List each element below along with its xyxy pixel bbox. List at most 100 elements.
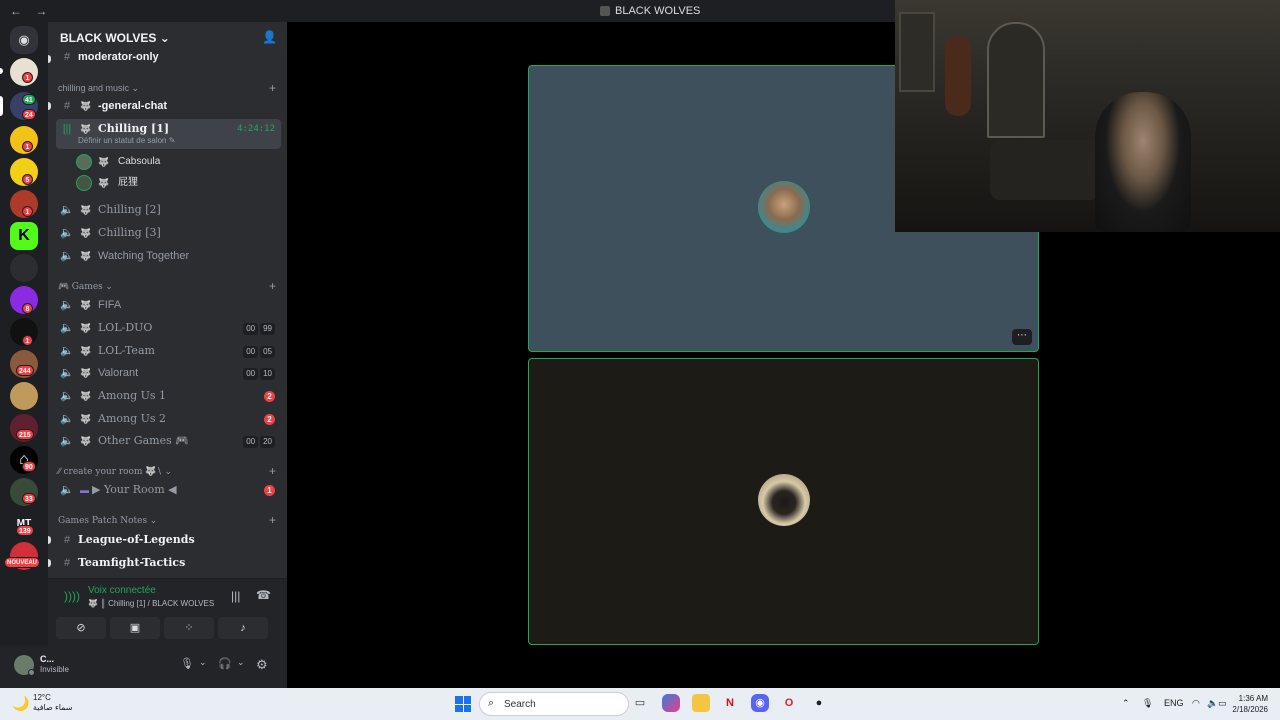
voice-channel-your-room[interactable]: 🔈 ▬ ▶ Your Room ◀ 1 [56, 480, 281, 500]
person [1095, 92, 1191, 232]
taskbar-search[interactable]: ⌕ Search [479, 692, 629, 716]
channel-label: Among Us 1 [98, 389, 167, 402]
voice-channel-valorant[interactable]: 🔈 🐺 Valorant 00 10 [56, 363, 281, 383]
server-icon-kick[interactable]: K [10, 222, 38, 250]
hash-icon: # [63, 534, 71, 546]
server-rail: ◉ 1 41 24 1 5 1 K 8 1 244 215 ⌂ 90 33 MT… [0, 22, 48, 688]
settings-gear-icon[interactable]: ⚙ [256, 657, 268, 673]
voice-channel-among-us-1[interactable]: 🔈 🐺 Among Us 1 2 [56, 386, 281, 406]
clock[interactable]: 1:36 AM 2/18/2026 [1228, 693, 1268, 715]
language-indicator[interactable]: ENG [1164, 698, 1184, 708]
server-badge: 33 [22, 493, 36, 504]
user-name[interactable]: C... [40, 654, 54, 664]
category-label: Games Patch Notes [58, 516, 148, 526]
activities-button[interactable]: ⁘ [164, 617, 214, 639]
chevron-down-icon[interactable]: ⌄ [237, 657, 245, 668]
server-icon-7[interactable] [10, 254, 38, 282]
server-badge: 1 [22, 141, 33, 152]
soundboard-button[interactable]: ♪ [218, 617, 268, 639]
speaker-icon: 🔈 [60, 367, 74, 379]
voice-channel-fifa[interactable]: 🔈 🐺 FIFA [56, 295, 281, 315]
voice-user-cabsoula[interactable]: 🐺 Cabsoula [76, 152, 276, 172]
add-channel-icon[interactable]: + [269, 512, 276, 528]
channel-moderator-only[interactable]: # moderator-only [56, 47, 281, 67]
window-title: BLACK WOLVES [600, 5, 700, 17]
microphone-icon[interactable]: 🎙 [180, 657, 194, 670]
wolf-icon: 🐺 [80, 101, 92, 111]
voice-channel-chilling-3[interactable]: 🔈 🐺 Chilling [3] [56, 223, 281, 243]
voice-channel-path[interactable]: 🐺 ║ Chilling [1] / BLACK WOLVES [88, 599, 214, 608]
category-chilling[interactable]: chilling and music ⌄ + [58, 80, 280, 96]
discord-icon[interactable]: ◉ [751, 694, 769, 712]
camera-off-button[interactable]: ⊘ [56, 617, 106, 639]
noise-suppression-icon[interactable]: ||| [231, 589, 240, 603]
voice-channel-watching[interactable]: 🔈 🐺 Watching Together [56, 246, 281, 266]
server-badge: 1 [22, 206, 33, 217]
netflix-icon[interactable]: N [721, 694, 739, 712]
user-status[interactable]: Invisible [40, 665, 69, 674]
volume-icon[interactable]: 🔈 [1207, 698, 1218, 709]
wifi-icon[interactable]: ◠ [1192, 698, 1200, 709]
voice-channel-lol-team[interactable]: 🔈 🐺 LOL-Team 00 05 [56, 341, 281, 361]
add-channel-icon[interactable]: + [269, 463, 276, 479]
speaker-icon: 🔈 [60, 204, 74, 216]
more-options-icon[interactable]: ⋯ [1012, 329, 1032, 345]
app-icon[interactable]: ● [810, 694, 828, 712]
signal-icon[interactable]: )))) [64, 589, 80, 603]
pencil-icon[interactable]: ✎ [169, 136, 176, 145]
opera-icon[interactable]: O [780, 694, 798, 712]
category-games[interactable]: 🎮 Games ⌄ + [58, 278, 280, 294]
windows-start-icon[interactable] [455, 696, 471, 712]
copilot-icon[interactable] [662, 694, 680, 712]
chevron-up-icon[interactable]: ⌃ [1122, 698, 1130, 709]
chevron-down-icon: ⌄ [159, 31, 170, 45]
disconnect-icon[interactable]: ☎ [256, 588, 271, 602]
voice-channel-chilling-1[interactable]: ||| 🐺 Chilling [1] 4:24:12 Définir un st… [56, 119, 281, 149]
voice-channel-path-text: Chilling [1] / BLACK WOLVES [108, 599, 215, 608]
voice-connected-label[interactable]: Voix connectée [88, 585, 156, 596]
moon-weather-icon[interactable]: 🌙 [12, 695, 29, 712]
invite-people-icon[interactable]: 👤 [262, 30, 277, 44]
forward-arrow-icon[interactable]: → [35, 4, 47, 18]
voice-channel-among-us-2[interactable]: 🔈 🐺 Among Us 2 2 [56, 409, 281, 429]
back-arrow-icon[interactable]: ← [10, 4, 22, 18]
channel-league-of-legends[interactable]: # League-of-Legends [56, 530, 281, 550]
mention-badge: 2 [264, 414, 275, 425]
headphones-icon[interactable]: 🎧 [218, 657, 232, 670]
discord-home-icon[interactable]: ◉ [10, 26, 38, 54]
speaker-icon: 🔈 [60, 435, 74, 447]
channel-teamfight-tactics[interactable]: # Teamfight-Tactics [56, 553, 281, 573]
wolf-icon: 🐺 [80, 228, 92, 238]
channel-general-chat[interactable]: # 🐺 -general-chat [56, 96, 281, 116]
channel-label: Other Games [98, 434, 172, 447]
user-count: 00 [243, 368, 259, 380]
user-limit: 99 [260, 323, 275, 335]
add-channel-icon[interactable]: + [269, 80, 276, 96]
server-icon-11[interactable] [10, 382, 38, 410]
wolf-icon: 🐺 [80, 205, 92, 215]
voice-channel-lol-duo[interactable]: 🔈 🐺 LOL-DUO 00 99 [56, 318, 281, 338]
unread-pill [48, 559, 51, 567]
microphone-tray-icon[interactable]: 🎙 [1142, 698, 1153, 709]
user-count: 00 [243, 323, 259, 335]
task-view-icon[interactable]: ▭ [631, 694, 649, 712]
add-channel-icon[interactable]: + [269, 278, 276, 294]
voice-channel-chilling-2[interactable]: 🔈 🐺 Chilling [2] [56, 200, 281, 220]
search-label: Search [504, 699, 536, 710]
user-name: 屁狸 [118, 177, 138, 188]
voice-user-2[interactable]: 🐺 屁狸 [76, 173, 276, 193]
server-badge: 244 [16, 365, 34, 376]
screen-share-button[interactable]: ▣ [110, 617, 160, 639]
voice-channel-other-games[interactable]: 🔈 🐺 Other Games 🎮 00 20 [56, 431, 281, 451]
file-explorer-icon[interactable] [692, 694, 710, 712]
weather-widget[interactable]: 12°C سماء صافية [33, 693, 73, 713]
battery-icon[interactable]: ▭ [1218, 698, 1227, 709]
category-patch-notes[interactable]: Games Patch Notes ⌄ + [58, 512, 280, 528]
speaker-icon: 🔈 [60, 345, 74, 357]
chevron-down-icon[interactable]: ⌄ [199, 657, 207, 668]
category-label: chilling and music [58, 83, 130, 93]
participant-tile-2[interactable] [528, 358, 1039, 645]
category-create-room[interactable]: ∕∕ create your room 🐺∖ ⌄ + [58, 463, 280, 479]
user-limit: 20 [260, 436, 275, 448]
server-badge: 1 [22, 72, 33, 83]
